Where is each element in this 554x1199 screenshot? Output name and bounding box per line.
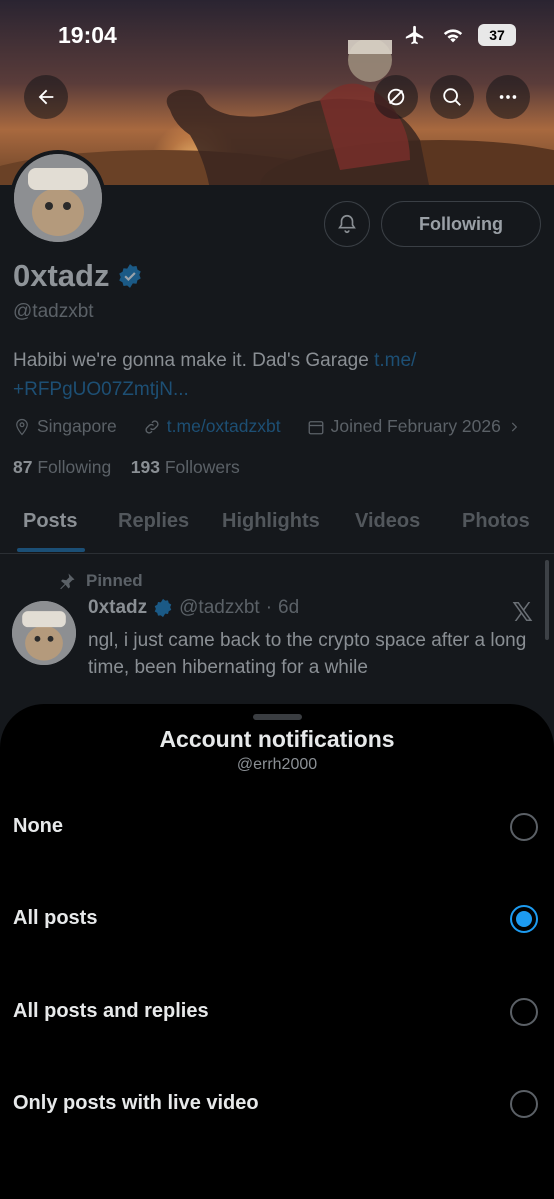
chevron-right-icon[interactable] — [507, 418, 521, 436]
radio-all-posts[interactable] — [510, 905, 538, 933]
post-author-avatar[interactable] — [12, 601, 76, 665]
wifi-icon — [443, 29, 463, 43]
location-icon — [16, 418, 28, 435]
hide-button[interactable] — [374, 75, 418, 119]
profile-joined: Joined February 2026 — [330, 416, 501, 436]
radio-live-video[interactable] — [510, 1090, 538, 1118]
post-time: 6d — [278, 597, 300, 618]
profile-location: Singapore — [37, 416, 117, 436]
radio-all-posts-and-replies[interactable] — [510, 998, 538, 1026]
tab-photos[interactable]: Photos — [462, 510, 530, 533]
active-tab-indicator — [17, 548, 85, 552]
back-button[interactable] — [24, 75, 68, 119]
airplane-icon — [405, 25, 424, 45]
profile-website[interactable]: t.me/oxtadzxbt — [167, 416, 281, 437]
battery-icon: 37 — [478, 24, 516, 46]
following-button[interactable]: Following — [381, 201, 541, 247]
option-label: All posts — [13, 907, 98, 929]
option-all-posts[interactable]: All posts — [0, 885, 554, 955]
post-text[interactable]: ngl, i just came back to the crypto spac… — [88, 627, 543, 681]
profile-name: 0xtadz — [13, 258, 110, 293]
scrollbar[interactable] — [545, 560, 549, 640]
option-label: All posts and replies — [13, 1000, 209, 1022]
hide-icon — [387, 88, 405, 106]
option-label: None — [13, 815, 63, 837]
option-live-video[interactable]: Only posts with live video — [0, 1070, 554, 1140]
post-header: 0xtadz @tadzxbt · 6d — [88, 597, 300, 619]
verified-icon — [119, 264, 142, 288]
profile-tabs: Posts Replies Highlights Videos Photos — [0, 500, 554, 554]
option-none[interactable]: None — [0, 793, 554, 863]
profile-handle: @tadzxbt — [13, 301, 94, 322]
profile-counts: 87 Following 193 Followers — [13, 457, 240, 478]
bio-text: Habibi we're gonna make it. Dad's Garage — [13, 350, 375, 371]
post-author-handle: @tadzxbt — [179, 597, 260, 618]
pinned-indicator: Pinned — [58, 571, 143, 591]
radio-none[interactable] — [510, 813, 538, 841]
tab-highlights[interactable]: Highlights — [222, 510, 320, 533]
sheet-title: Account notifications — [159, 726, 395, 752]
following-count-link[interactable]: 87 Following — [13, 457, 111, 477]
more-icon — [499, 95, 517, 99]
profile-meta: Singapore t.me/oxtadzxbt Joined February… — [13, 416, 521, 437]
notifications-bell-button[interactable] — [324, 201, 370, 247]
pin-icon — [60, 573, 75, 590]
tab-replies[interactable]: Replies — [118, 510, 189, 533]
sheet-grabber[interactable] — [253, 714, 302, 720]
x-logo-icon: 𝕏 — [512, 597, 533, 627]
profile-bio: Habibi we're gonna make it. Dad's Garage… — [13, 346, 533, 404]
followers-count-link[interactable]: 193 Followers — [131, 457, 240, 477]
sheet-subtitle: @errh2000 — [236, 756, 318, 773]
post-author-name[interactable]: 0xtadz — [88, 597, 147, 619]
option-all-posts-and-replies[interactable]: All posts and replies — [0, 978, 554, 1048]
link-icon — [145, 419, 159, 434]
tab-posts[interactable]: Posts — [23, 510, 77, 533]
profile-avatar[interactable] — [10, 150, 106, 246]
more-button[interactable] — [486, 75, 530, 119]
status-bar: 19:04 37 — [0, 0, 554, 72]
back-arrow-icon — [38, 89, 54, 105]
account-notifications-sheet: Account notifications @errh2000 None All… — [0, 704, 554, 1199]
option-label: Only posts with live video — [13, 1092, 259, 1114]
search-button[interactable] — [430, 75, 474, 119]
status-time: 19:04 — [58, 22, 117, 48]
tab-videos[interactable]: Videos — [355, 510, 420, 533]
bell-plus-icon — [338, 214, 356, 234]
profile-name-row: 0xtadz — [13, 258, 143, 294]
search-icon — [443, 88, 461, 106]
verified-icon — [154, 598, 172, 618]
calendar-icon — [308, 420, 324, 434]
